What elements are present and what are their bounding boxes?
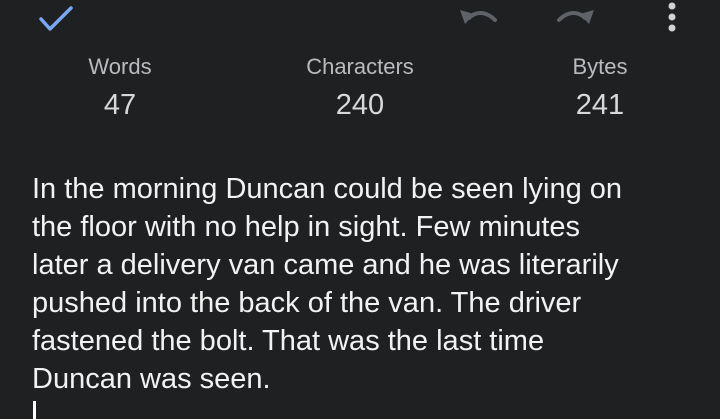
undo-button[interactable]: [452, 4, 504, 34]
characters-label: Characters: [306, 54, 414, 79]
bytes-label: Bytes: [572, 54, 628, 79]
redo-button[interactable]: [550, 4, 602, 34]
more-vertical-icon: [668, 2, 676, 32]
characters-stat: Characters 240: [260, 52, 460, 122]
words-label: Words: [88, 54, 152, 79]
text-cursor: [33, 401, 36, 419]
undo-icon: [460, 10, 497, 24]
redo-icon: [557, 10, 594, 24]
document-text[interactable]: In the morning Duncan could be seen lyin…: [32, 170, 702, 398]
done-button[interactable]: [30, 0, 82, 38]
text-editing-area[interactable]: In the morning Duncan could be seen lyin…: [32, 170, 702, 419]
words-stat: Words 47: [20, 52, 220, 122]
characters-count: 240: [335, 89, 385, 121]
editor-toolbar: [0, 0, 720, 40]
bytes-count: 241: [575, 89, 625, 121]
checkmark-icon: [39, 6, 73, 31]
text-editor-screen: Words 47 Characters 240 Bytes 241 In the…: [0, 0, 720, 419]
more-options-button[interactable]: [654, 0, 690, 40]
words-count: 47: [103, 89, 137, 121]
bytes-stat: Bytes 241: [500, 52, 700, 122]
document-stats: Words 47 Characters 240 Bytes 241: [0, 52, 720, 132]
